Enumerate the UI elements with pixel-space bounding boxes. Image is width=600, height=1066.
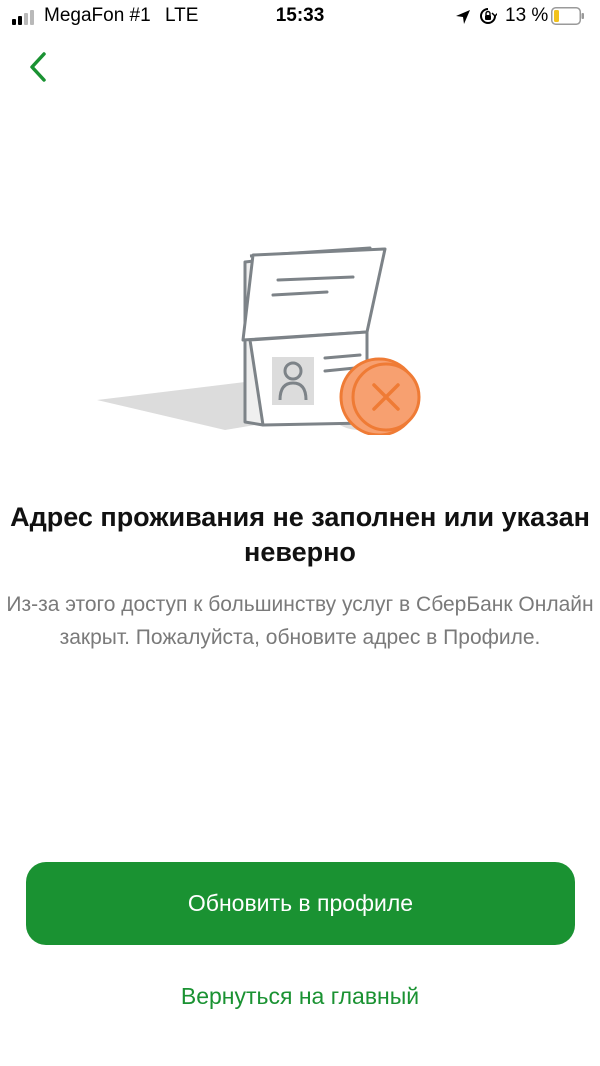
orientation-lock-icon — [480, 8, 497, 24]
location-arrow-icon — [456, 10, 470, 24]
battery-percent: 13 % — [505, 5, 549, 26]
return-to-main-link[interactable]: Вернуться на главный — [0, 983, 600, 1010]
battery-icon — [551, 7, 584, 25]
update-in-profile-button-label: Обновить в профиле — [187, 890, 414, 916]
update-in-profile-button[interactable]: Обновить в профиле — [26, 862, 575, 945]
chevron-left-icon — [30, 52, 46, 82]
status-bar: MegaFon #1 LTE 15:33 13 % — [0, 0, 600, 34]
passport-error-icon — [97, 246, 421, 435]
back-button[interactable] — [22, 48, 58, 88]
error-description: Из-за этого доступ к большинству услуг в… — [6, 593, 594, 649]
error-title: Адрес проживания не заполнен или указан … — [10, 502, 590, 567]
